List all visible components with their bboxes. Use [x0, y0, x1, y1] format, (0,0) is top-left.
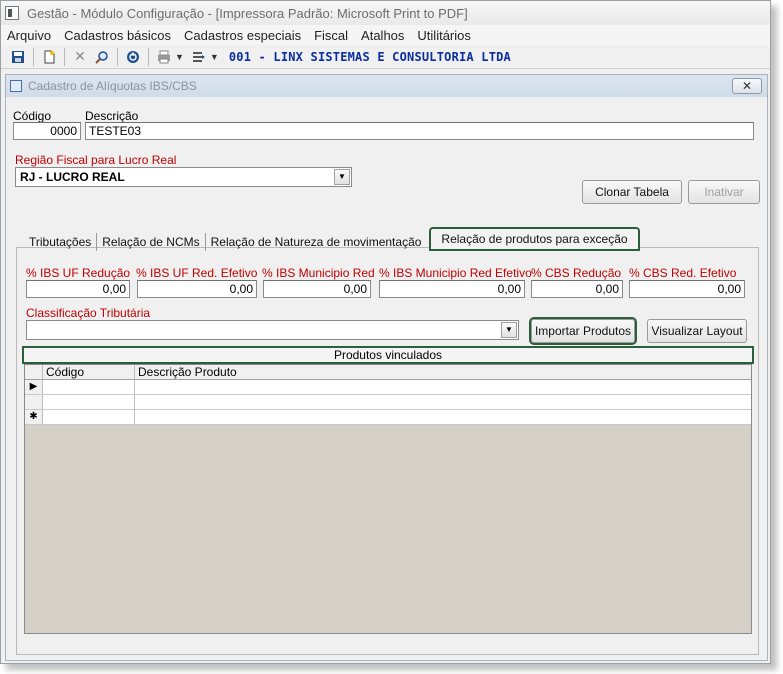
row-indicator: [25, 395, 43, 409]
classificacao-tributaria-select[interactable]: ▼: [26, 320, 519, 340]
table-row[interactable]: [25, 395, 751, 410]
print-icon[interactable]: [153, 47, 175, 67]
menu-atalhos[interactable]: Atalhos: [361, 28, 404, 43]
ibs-uf-reducao-label: % IBS UF Redução: [26, 266, 131, 280]
codigo-label: Código: [13, 109, 52, 123]
new-document-icon[interactable]: [38, 47, 60, 67]
tab-tributacoes[interactable]: Tributações: [24, 233, 98, 251]
form-title: Cadastro de Alíquotas IBS/CBS: [28, 79, 197, 93]
clonar-tabela-button[interactable]: Clonar Tabela: [582, 180, 682, 204]
list-icon[interactable]: [188, 47, 210, 67]
company-name: 001 - LINX SISTEMAS E CONSULTORIA LTDA: [228, 49, 511, 64]
column-header-codigo[interactable]: Código: [43, 365, 135, 379]
cbs-red-efetivo-label: % CBS Red. Efetivo: [629, 266, 737, 280]
cbs-reducao-field[interactable]: 0,00: [531, 280, 623, 298]
produtos-vinculados-grid: Código Descrição Produto ▶ ✱: [24, 364, 752, 634]
grid-header-row: Código Descrição Produto: [25, 365, 751, 380]
ibs-uf-red-efetivo-label: % IBS UF Red. Efetivo: [136, 266, 258, 280]
cadastro-aliquotas-form: Cadastro de Alíquotas IBS/CBS ✕ Código 0…: [5, 74, 768, 661]
chevron-down-icon[interactable]: ▼: [210, 52, 219, 62]
tab-relacao-ncms[interactable]: Relação de NCMs: [97, 233, 206, 251]
chevron-down-icon[interactable]: ▼: [175, 52, 184, 62]
ibs-municipio-red-label: % IBS Municipio Red: [262, 266, 375, 280]
power-icon[interactable]: [122, 47, 144, 67]
ibs-municipio-red-efetivo-field[interactable]: 0,00: [379, 280, 525, 298]
column-header-descricao[interactable]: Descrição Produto: [135, 365, 751, 379]
cbs-reducao-label: % CBS Redução: [531, 266, 622, 280]
ibs-municipio-red-field[interactable]: 0,00: [263, 280, 371, 298]
save-icon[interactable]: [7, 47, 29, 67]
ibs-uf-reducao-field[interactable]: 0,00: [26, 280, 130, 298]
cell-descricao[interactable]: [135, 380, 751, 394]
cell-codigo[interactable]: [43, 410, 135, 424]
menu-cadastros-especiais[interactable]: Cadastros especiais: [184, 28, 301, 43]
menu-cadastros-basicos[interactable]: Cadastros básicos: [64, 28, 171, 43]
close-button[interactable]: ✕: [732, 78, 762, 94]
inativar-button[interactable]: Inativar: [688, 180, 760, 204]
current-row-icon: ▶: [25, 380, 43, 394]
cell-codigo[interactable]: [43, 395, 135, 409]
chevron-down-icon[interactable]: ▼: [334, 169, 350, 185]
codigo-field[interactable]: 0000: [13, 122, 81, 140]
toolbar: ✕ ▼ ▼ 001 - LINX SISTEMAS E CONSULTORIA …: [1, 45, 770, 69]
app-window: Gestão - Módulo Configuração - [Impresso…: [0, 0, 771, 664]
classificacao-tributaria-label: Classificação Tributária: [26, 306, 151, 320]
menu-utilitarios[interactable]: Utilitários: [417, 28, 470, 43]
chevron-down-icon[interactable]: ▼: [501, 322, 517, 338]
new-row-icon: ✱: [25, 410, 43, 424]
descricao-field[interactable]: TESTE03: [85, 122, 754, 140]
regiao-fiscal-select[interactable]: RJ - LUCRO REAL ▼: [15, 167, 352, 187]
title-bar: Gestão - Módulo Configuração - [Impresso…: [1, 1, 770, 25]
toolbar-separator: [33, 47, 34, 66]
regiao-fiscal-value: RJ - LUCRO REAL: [20, 170, 125, 184]
ibs-municipio-red-efetivo-label: % IBS Municipio Red Efetivo: [379, 266, 532, 280]
menu-arquivo[interactable]: Arquivo: [7, 28, 51, 43]
delete-icon[interactable]: ✕: [69, 47, 91, 67]
cell-descricao[interactable]: [135, 410, 751, 424]
menu-fiscal[interactable]: Fiscal: [314, 28, 348, 43]
tab-strip: Tributações Relação de NCMs Relação de N…: [24, 227, 640, 251]
toolbar-separator: [148, 47, 149, 66]
produtos-vinculados-header: Produtos vinculados: [22, 346, 754, 364]
app-icon: [5, 6, 19, 20]
descricao-label: Descrição: [85, 109, 139, 123]
ibs-uf-red-efetivo-field[interactable]: 0,00: [137, 280, 257, 298]
cell-codigo[interactable]: [43, 380, 135, 394]
regiao-fiscal-label: Região Fiscal para Lucro Real: [15, 153, 177, 167]
cbs-red-efetivo-field[interactable]: 0,00: [629, 280, 745, 298]
table-row[interactable]: ✱: [25, 410, 751, 425]
visualizar-layout-button[interactable]: Visualizar Layout: [647, 319, 747, 343]
tab-relacao-natureza[interactable]: Relação de Natureza de movimentação: [206, 233, 427, 251]
form-icon: [10, 80, 22, 92]
form-title-bar: Cadastro de Alíquotas IBS/CBS: [6, 75, 767, 97]
menu-bar: Arquivo Cadastros básicos Cadastros espe…: [1, 25, 770, 45]
cell-descricao[interactable]: [135, 395, 751, 409]
table-row[interactable]: ▶: [25, 380, 751, 395]
window-title: Gestão - Módulo Configuração - [Impresso…: [27, 5, 468, 21]
toolbar-separator: [64, 47, 65, 66]
toolbar-separator: [117, 47, 118, 66]
close-icon: ✕: [741, 79, 753, 93]
importar-produtos-button[interactable]: Importar Produtos: [531, 319, 635, 343]
row-header-corner: [25, 365, 43, 379]
search-icon[interactable]: [91, 47, 113, 67]
tab-relacao-produtos-excecao[interactable]: Relação de produtos para exceção: [429, 227, 640, 251]
